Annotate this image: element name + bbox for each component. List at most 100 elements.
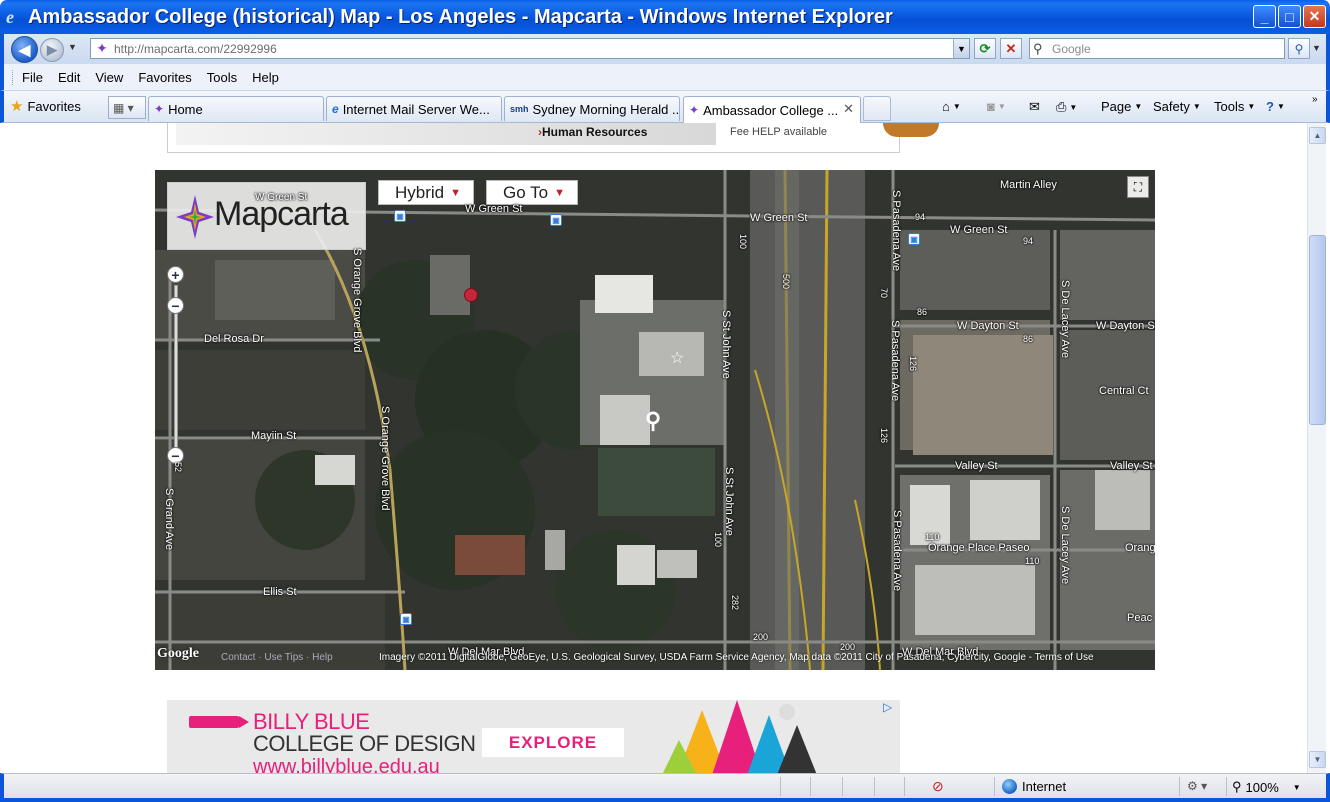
stop-button[interactable]: ✕ — [1000, 38, 1022, 59]
street-label: Peac — [1127, 612, 1153, 624]
print-button[interactable]: ⎙ ▼ — [1056, 99, 1077, 115]
map-type-dropdown[interactable]: Hybrid ▼ — [378, 180, 475, 205]
bottom-ad-banner[interactable]: BILLY BLUE COLLEGE OF DESIGN www.billybl… — [167, 700, 900, 773]
maximize-button[interactable]: □ — [1278, 5, 1301, 28]
protected-mode-icon[interactable]: ⚙ ▾ — [1187, 779, 1207, 793]
road-number: 110 — [925, 532, 940, 542]
menu-tools[interactable]: Tools — [207, 70, 237, 85]
security-zone[interactable]: Internet — [1002, 779, 1066, 794]
top-ad-text: ›Human Resources — [538, 125, 648, 139]
top-ad-subtext: Fee HELP available — [730, 126, 828, 138]
menu-help[interactable]: Help — [252, 70, 279, 85]
search-options-dropdown-icon[interactable]: ▼ — [1312, 43, 1321, 53]
street-label: Valley St — [955, 460, 998, 472]
magnifier-icon[interactable]: ⚲ — [645, 408, 661, 434]
address-field[interactable]: ✦ http://mapcarta.com/22992996 ▼ — [90, 38, 970, 59]
google-logo[interactable]: Google — [157, 646, 199, 662]
bus-stop-icon[interactable]: ▣ — [550, 214, 562, 226]
back-button[interactable]: ◀ — [11, 36, 38, 63]
tab-internet-mail[interactable]: e Internet Mail Server We... — [326, 96, 502, 121]
ad-choices-icon[interactable]: ▷ — [883, 700, 892, 714]
zoom-handle[interactable]: − — [167, 297, 184, 314]
status-divider — [1226, 777, 1227, 796]
street-label: W Green St — [950, 224, 1008, 236]
ie-icon: e — [332, 102, 339, 116]
forward-button[interactable]: ▶ — [40, 38, 64, 62]
zoom-level-control[interactable]: ⚲ 100% ▼ — [1232, 779, 1301, 795]
tab-bar: ★ Favorites ▦ ▾ ✦ Home e Internet Mail S… — [0, 91, 1330, 123]
privacy-report-icon[interactable]: ⊘ — [932, 778, 944, 795]
road-number: 70 — [879, 288, 889, 299]
menu-edit[interactable]: Edit — [58, 70, 80, 85]
search-go-button[interactable]: ⚲ — [1288, 38, 1310, 59]
star-poi-icon[interactable]: ☆ — [670, 348, 684, 368]
street-label: Mayiin St — [251, 430, 297, 442]
tab-home[interactable]: ✦ Home — [148, 96, 324, 121]
page-content: ›Human Resources Fee HELP available Mapc… — [4, 123, 1307, 773]
help-button[interactable]: ? ▼ — [1266, 99, 1285, 114]
map-footer-links[interactable]: Contact · Use Tips · Help — [221, 652, 333, 663]
feeds-button[interactable]: ◙ ▼ — [987, 99, 1006, 114]
tab-label: Sydney Morning Herald ... — [532, 101, 680, 117]
street-label: S Orange Grove Blvd — [351, 248, 363, 353]
address-dropdown-icon[interactable]: ▼ — [953, 39, 969, 58]
safety-menu-label: Safety — [1153, 99, 1190, 114]
map-view[interactable]: Mapcarta Hybrid ▼ Go To ▼ + − − ⛶ W Green … — [155, 170, 1155, 670]
status-divider — [874, 777, 875, 796]
page-menu[interactable]: Page ▼ — [1101, 99, 1142, 114]
read-mail-button[interactable]: ✉ — [1029, 99, 1040, 115]
minimize-button[interactable]: _ — [1253, 5, 1276, 28]
scroll-up-icon[interactable]: ▲ — [1309, 127, 1326, 144]
zoom-magnifier-icon: ⚲ — [1232, 779, 1242, 794]
refresh-button[interactable]: ⟳ — [974, 38, 996, 59]
location-pin-icon[interactable] — [464, 288, 478, 302]
tab-ambassador-college[interactable]: ✦ Ambassador College ... ✕ — [683, 96, 861, 123]
pencil-icon — [189, 716, 249, 728]
road-number: 126 — [908, 356, 918, 372]
tools-menu[interactable]: Tools ▼ — [1214, 99, 1255, 114]
home-button[interactable]: ⌂ ▼ — [942, 99, 961, 114]
search-input[interactable]: ⚲ Google — [1029, 38, 1285, 59]
street-label: W Green St — [465, 203, 523, 215]
mapcarta-star-logo-icon — [176, 195, 214, 239]
road-number: 86 — [1023, 334, 1034, 344]
top-ad-banner[interactable]: ›Human Resources Fee HELP available — [167, 123, 939, 153]
ad-explore-button[interactable]: EXPLORE — [482, 728, 624, 757]
street-label: S De Lacey Ave — [1059, 280, 1071, 359]
quick-tabs-button[interactable]: ▦ ▾ — [108, 96, 146, 119]
street-label: S Pasadena Ave — [889, 320, 901, 402]
zoom-in-button[interactable]: + — [167, 266, 184, 283]
close-tab-icon[interactable]: ✕ — [843, 101, 854, 117]
menu-file[interactable]: File — [22, 70, 43, 85]
search-icon: ⚲ — [1033, 40, 1043, 56]
url-text[interactable]: http://mapcarta.com/22992996 — [114, 42, 277, 56]
tools-menu-label: Tools — [1214, 99, 1245, 114]
bus-stop-icon[interactable]: ▣ — [394, 210, 406, 222]
road-number: 100 — [713, 532, 723, 548]
safety-menu[interactable]: Safety ▼ — [1153, 99, 1201, 114]
mapcarta-star-icon: ✦ — [154, 102, 165, 116]
status-divider — [810, 777, 811, 796]
dropdown-arrow-icon: ▼ — [554, 186, 565, 199]
menu-view[interactable]: View — [95, 70, 123, 85]
zoom-dropdown-icon[interactable]: ▼ — [1293, 783, 1301, 792]
road-number: 126 — [879, 428, 889, 444]
fullscreen-button[interactable]: ⛶ — [1127, 176, 1149, 198]
vertical-scrollbar[interactable]: ▲ ▼ — [1307, 123, 1326, 773]
tab-smh[interactable]: smh Sydney Morning Herald ... — [504, 96, 680, 121]
new-tab-button[interactable] — [863, 96, 891, 121]
favorites-button[interactable]: ★ Favorites — [10, 97, 81, 115]
bus-stop-icon[interactable]: ▣ — [400, 613, 412, 625]
street-label: W Green St — [255, 192, 308, 203]
toolbar-overflow-icon[interactable]: » — [1312, 94, 1318, 105]
goto-dropdown[interactable]: Go To ▼ — [486, 180, 578, 205]
close-button[interactable]: ✕ — [1303, 5, 1326, 28]
road-number: 94 — [1023, 236, 1034, 246]
menu-favorites[interactable]: Favorites — [138, 70, 191, 85]
history-dropdown-icon[interactable]: ▼ — [68, 42, 77, 52]
bus-stop-icon[interactable]: ▣ — [908, 233, 920, 245]
favorites-star-icon: ★ — [10, 98, 24, 115]
scroll-down-icon[interactable]: ▼ — [1309, 751, 1326, 768]
zone-label: Internet — [1022, 779, 1067, 794]
scroll-thumb[interactable] — [1309, 235, 1326, 425]
